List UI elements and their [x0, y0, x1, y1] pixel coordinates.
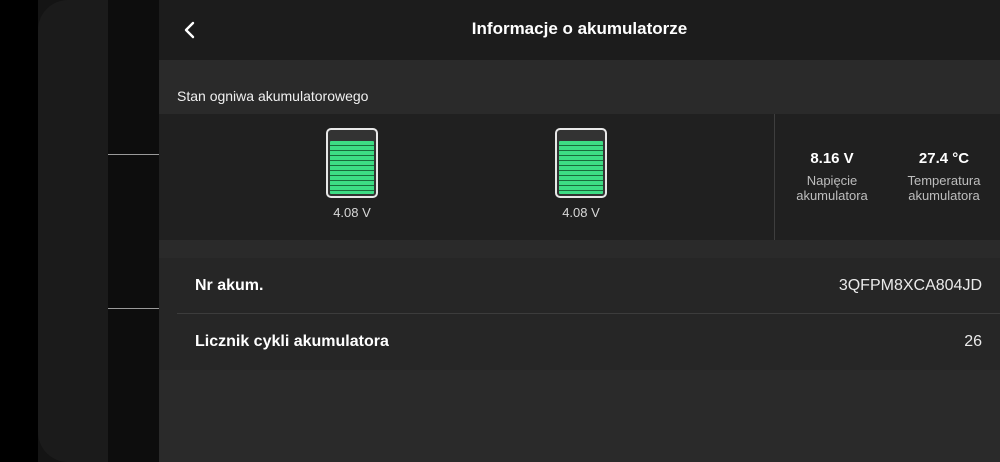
- cycles-label: Licznik cykli akumulatora: [195, 333, 389, 350]
- temperature-label: Temperatura akumulatora: [907, 173, 981, 203]
- battery-voltage-label: Napięcie akumulatora: [796, 173, 868, 203]
- cell-2: 4.08 V: [541, 128, 621, 220]
- battery-level-fill: [330, 141, 374, 194]
- cycles-value: 26: [964, 333, 982, 350]
- temperature-stat: 27.4 °C Temperatura akumulatora: [894, 150, 994, 203]
- cell-voltage: 4.08 V: [562, 205, 600, 220]
- list-item-cycles[interactable]: Licznik cykli akumulatora 26: [177, 314, 1000, 370]
- serial-label: Nr akum.: [195, 277, 264, 294]
- temperature-value: 27.4 °C: [918, 150, 970, 167]
- section-divider: [774, 114, 775, 240]
- battery-info-list: Nr akum. 3QFPM8XCA804JD Licznik cykli ak…: [159, 258, 1000, 370]
- serial-value: 3QFPM8XCA804JD: [838, 277, 982, 294]
- battery-voltage-stat: 8.16 V Napięcie akumulatora: [782, 150, 882, 203]
- list-item-serial[interactable]: Nr akum. 3QFPM8XCA804JD: [177, 258, 1000, 314]
- cell-1: 4.08 V: [312, 128, 392, 220]
- background-divider: [108, 154, 160, 155]
- cell-voltage: 4.08 V: [333, 205, 371, 220]
- cells-section-label: Stan ogniwa akumulatorowego: [177, 88, 369, 104]
- screen: Informacje o akumulatorze Stan ogniwa ak…: [0, 0, 1000, 462]
- battery-level-fill: [559, 141, 603, 194]
- cells-row: 4.08 V 4.08 V 8.16 V Napięcie akumulator…: [159, 114, 1000, 240]
- page-title: Informacje o akumulatorze: [471, 19, 688, 38]
- background-strip: [108, 0, 160, 462]
- header-bar: Informacje o akumulatorze: [159, 0, 1000, 60]
- background-divider: [108, 308, 160, 309]
- battery-info-panel: Informacje o akumulatorze Stan ogniwa ak…: [159, 0, 1000, 462]
- battery-voltage-value: 8.16 V: [810, 150, 854, 167]
- battery-icon: [326, 128, 378, 198]
- battery-icon: [555, 128, 607, 198]
